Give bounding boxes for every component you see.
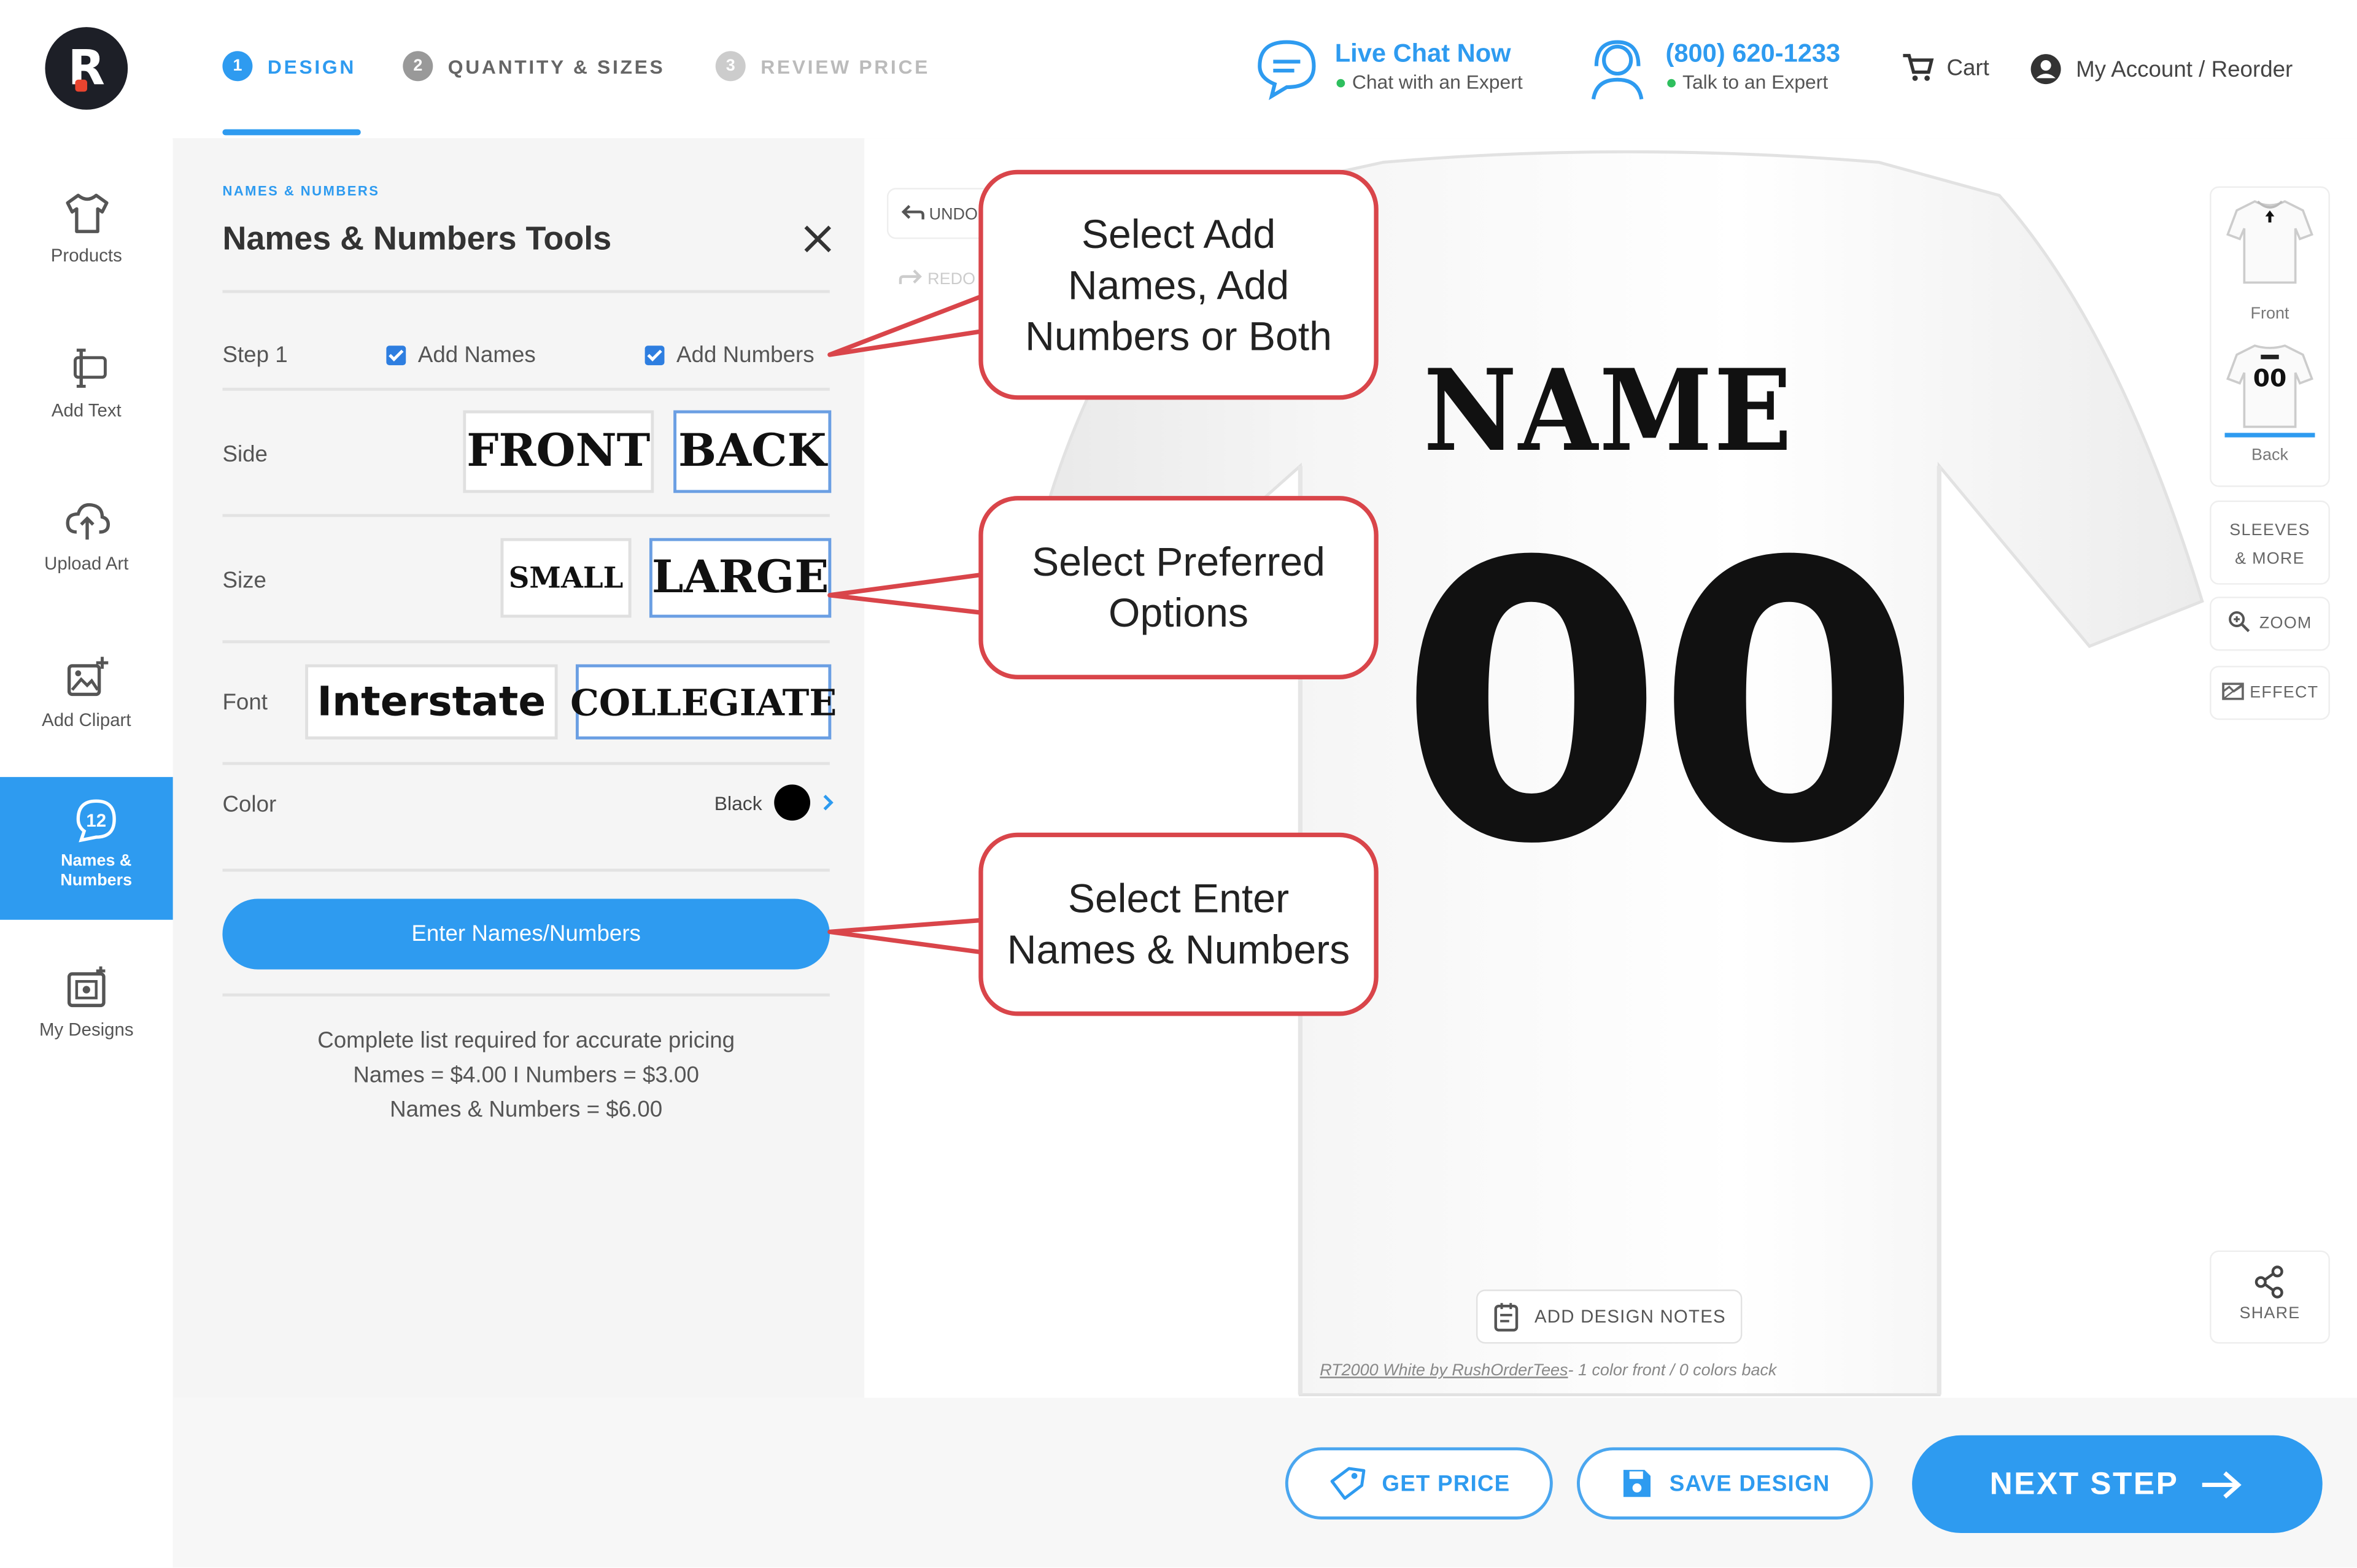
- get-price-label: GET PRICE: [1382, 1470, 1511, 1496]
- callout-2-pointer: [827, 571, 989, 616]
- callout-3-pointer: [827, 917, 989, 956]
- price-tag-icon: [1331, 1467, 1366, 1500]
- save-design-button[interactable]: SAVE DESIGN: [1577, 1447, 1873, 1520]
- arrow-right-icon: [2202, 1470, 2242, 1498]
- save-design-label: SAVE DESIGN: [1669, 1470, 1830, 1496]
- next-step-label: NEXT STEP: [1989, 1466, 2179, 1501]
- save-disk-icon: [1622, 1470, 1650, 1497]
- callout-1-pointer: [827, 292, 989, 357]
- next-step-button[interactable]: NEXT STEP: [1912, 1435, 2323, 1533]
- design-studio-screen: R Products Add Text Upload Art Add Clipa…: [0, 0, 2357, 1568]
- callout-2-text: Select Preferred Options: [1032, 539, 1325, 636]
- callout-add-names-numbers: Select Add Names, Add Numbers or Both: [978, 169, 1379, 400]
- get-price-button[interactable]: GET PRICE: [1285, 1447, 1553, 1520]
- callout-3-text: Select Enter Names & Numbers: [1007, 876, 1350, 973]
- callout-1-text: Select Add Names, Add Numbers or Both: [1025, 211, 1332, 359]
- callout-preferred-options: Select Preferred Options: [978, 496, 1379, 679]
- callout-enter-names-numbers: Select Enter Names & Numbers: [978, 832, 1379, 1016]
